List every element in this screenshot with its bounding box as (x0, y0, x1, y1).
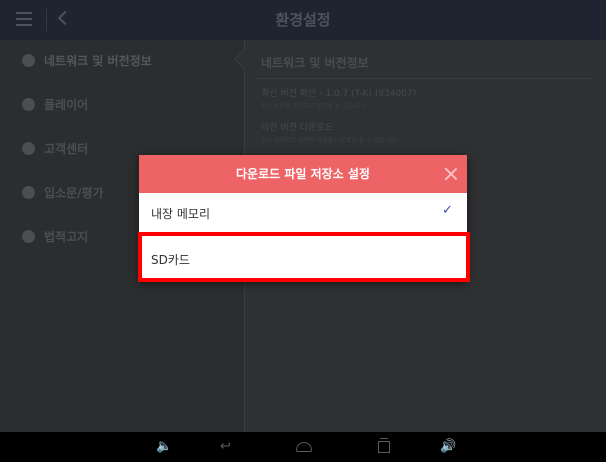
content-divider (257, 78, 594, 79)
sidebar-item-label: 플레이어 (44, 98, 89, 112)
system-navigation-bar: 🔈 ↩ 🔊 (0, 432, 606, 462)
back-icon[interactable]: ↩ (220, 439, 231, 455)
checkmark-icon: ✓ (442, 203, 453, 218)
setting-title: 최신 버전 확인 - 1.0.7 (T-K) (934007) (261, 89, 417, 99)
page-title: 환경설정 (275, 11, 331, 29)
close-icon[interactable] (444, 167, 458, 181)
volume-up-icon[interactable]: 🔊 (440, 439, 456, 455)
setting-description: 최신 업데이트 이전의 파일을 다운로드 할 수 있습니다. (261, 137, 398, 144)
title-bar: 환경설정 (0, 0, 606, 40)
wifi-icon (22, 54, 35, 67)
headset-icon (22, 142, 35, 155)
option-internal-memory[interactable]: 내장 메모리 ✓ (139, 193, 467, 233)
content-heading: 네트워크 및 버전정보 (261, 56, 369, 70)
sidebar-item-network[interactable]: 네트워크 및 버전정보 (0, 40, 244, 84)
sidebar-item-label: 법적고지 (44, 230, 89, 244)
info-icon (22, 230, 35, 243)
setting-description: 최신 버전을 확인하고 설치할 수 있습니다. (261, 103, 367, 110)
setting-row-latest-version[interactable]: 최신 버전 확인 - 1.0.7 (T-K) (934007) 최신 버전을 확… (261, 86, 594, 122)
sidebar-item-label: 고객센터 (44, 142, 89, 156)
home-icon[interactable] (296, 442, 312, 452)
volume-down-icon[interactable]: 🔈 (156, 439, 172, 455)
chat-icon (22, 186, 35, 199)
dialog-header: 다운로드 파일 저장소 설정 (139, 155, 467, 193)
option-label: 내장 메모리 (151, 207, 211, 221)
setting-row-previous-version[interactable]: 이전 버전 다운로드 최신 업데이트 이전의 파일을 다운로드 할 수 있습니다… (261, 120, 594, 156)
sidebar-item-label: 네트워크 및 버전정보 (44, 54, 152, 68)
sidebar-item-label: 입소문/평가 (44, 186, 104, 200)
dialog-title: 다운로드 파일 저장소 설정 (236, 167, 370, 181)
sd-card-highlight-box (138, 232, 470, 282)
recent-apps-icon[interactable] (378, 438, 390, 453)
setting-title: 이전 버전 다운로드 (261, 123, 333, 133)
sidebar-item-player[interactable]: 플레이어 (0, 84, 244, 128)
play-icon (22, 98, 35, 111)
